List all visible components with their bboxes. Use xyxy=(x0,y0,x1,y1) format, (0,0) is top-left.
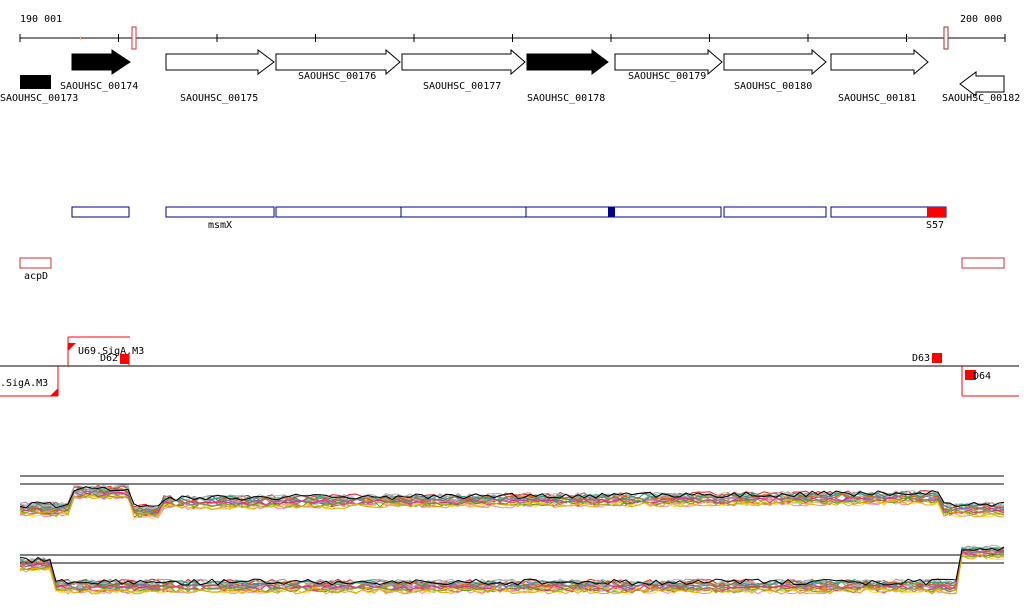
promoter-label-d63: D63 xyxy=(912,353,930,364)
gene-arrow-00175[interactable] xyxy=(165,49,275,75)
ruler-marker-left[interactable] xyxy=(131,26,137,50)
region-track: msmX S57 xyxy=(71,206,947,231)
region-block[interactable] xyxy=(723,206,827,218)
ruler-marker-right[interactable] xyxy=(943,26,949,50)
feature-acpd[interactable] xyxy=(19,257,52,269)
region-block[interactable] xyxy=(400,206,527,218)
ruler-end-label: 200 000 xyxy=(960,14,1002,25)
gene-arrow-00177[interactable] xyxy=(401,48,526,76)
gene-feature-00173[interactable] xyxy=(20,75,51,89)
gene-label-00177: SAOUHSC_00177 xyxy=(423,81,501,92)
gene-label-00173: SAOUHSC_00173 xyxy=(0,93,78,104)
gene-label-00182: SAOUHSC_00182 xyxy=(942,93,1020,104)
gene-label-00179: SAOUHSC_00179 xyxy=(628,71,706,82)
region-block-s57[interactable] xyxy=(927,207,946,217)
promoter-track: U69.SigA.M3 D62 .SigA.M3 D63 D64 xyxy=(0,336,1019,397)
expression-lines-lower xyxy=(19,544,1005,595)
gene-label-00181: SAOUHSC_00181 xyxy=(838,93,916,104)
ruler-tick-minor xyxy=(907,36,908,40)
gene-label-00176: SAOUHSC_00176 xyxy=(298,71,376,82)
expression-lines-upper xyxy=(19,484,1005,520)
region-label-msmx: msmX xyxy=(208,220,232,231)
gene-arrow-00174[interactable] xyxy=(71,49,131,75)
region-label-s57: S57 xyxy=(926,220,944,231)
region-block-msmx[interactable] xyxy=(165,206,275,218)
region-block[interactable] xyxy=(525,206,722,218)
gene-arrow-00181[interactable] xyxy=(830,48,929,76)
gene-arrow-00178[interactable] xyxy=(526,49,609,75)
gene-label-00178: SAOUHSC_00178 xyxy=(527,93,605,104)
expression-track-lower xyxy=(19,544,1005,595)
region-block[interactable] xyxy=(71,206,130,218)
promoter-block-d62[interactable] xyxy=(120,354,129,364)
ruler-tick-minor xyxy=(80,36,81,40)
ruler-start-label: 190 001 xyxy=(20,14,62,25)
feature-block-right[interactable] xyxy=(961,257,1005,269)
gene-label-00174: SAOUHSC_00174 xyxy=(60,81,138,92)
genome-browser-view: 190 001 200 000 SAOUHSC_00173 SAOUHSC_00… xyxy=(0,14,1020,595)
gene-arrow-00180[interactable] xyxy=(723,48,827,76)
expression-track-upper xyxy=(19,475,1005,520)
region-highlight[interactable] xyxy=(608,207,615,217)
region-block[interactable] xyxy=(275,206,402,218)
expression-line xyxy=(19,545,1005,586)
gene-track: SAOUHSC_00173 SAOUHSC_00174 SAOUHSC_0017… xyxy=(0,48,1020,104)
promoter-label-d62: D62 xyxy=(100,353,118,364)
promoter-flag-left[interactable] xyxy=(50,388,58,396)
feature-track: acpD xyxy=(19,257,1005,282)
promoter-block-d63[interactable] xyxy=(932,353,942,363)
promoter-flag-u69[interactable] xyxy=(68,343,76,351)
promoter-label-left: .SigA.M3 xyxy=(0,378,48,389)
gene-label-00180: SAOUHSC_00180 xyxy=(734,81,812,92)
coordinate-ruler: 190 001 200 000 xyxy=(19,14,1006,50)
promoter-label-d64: D64 xyxy=(973,371,991,382)
feature-label-acpd: acpD xyxy=(24,271,48,282)
gene-label-00175: SAOUHSC_00175 xyxy=(180,93,258,104)
